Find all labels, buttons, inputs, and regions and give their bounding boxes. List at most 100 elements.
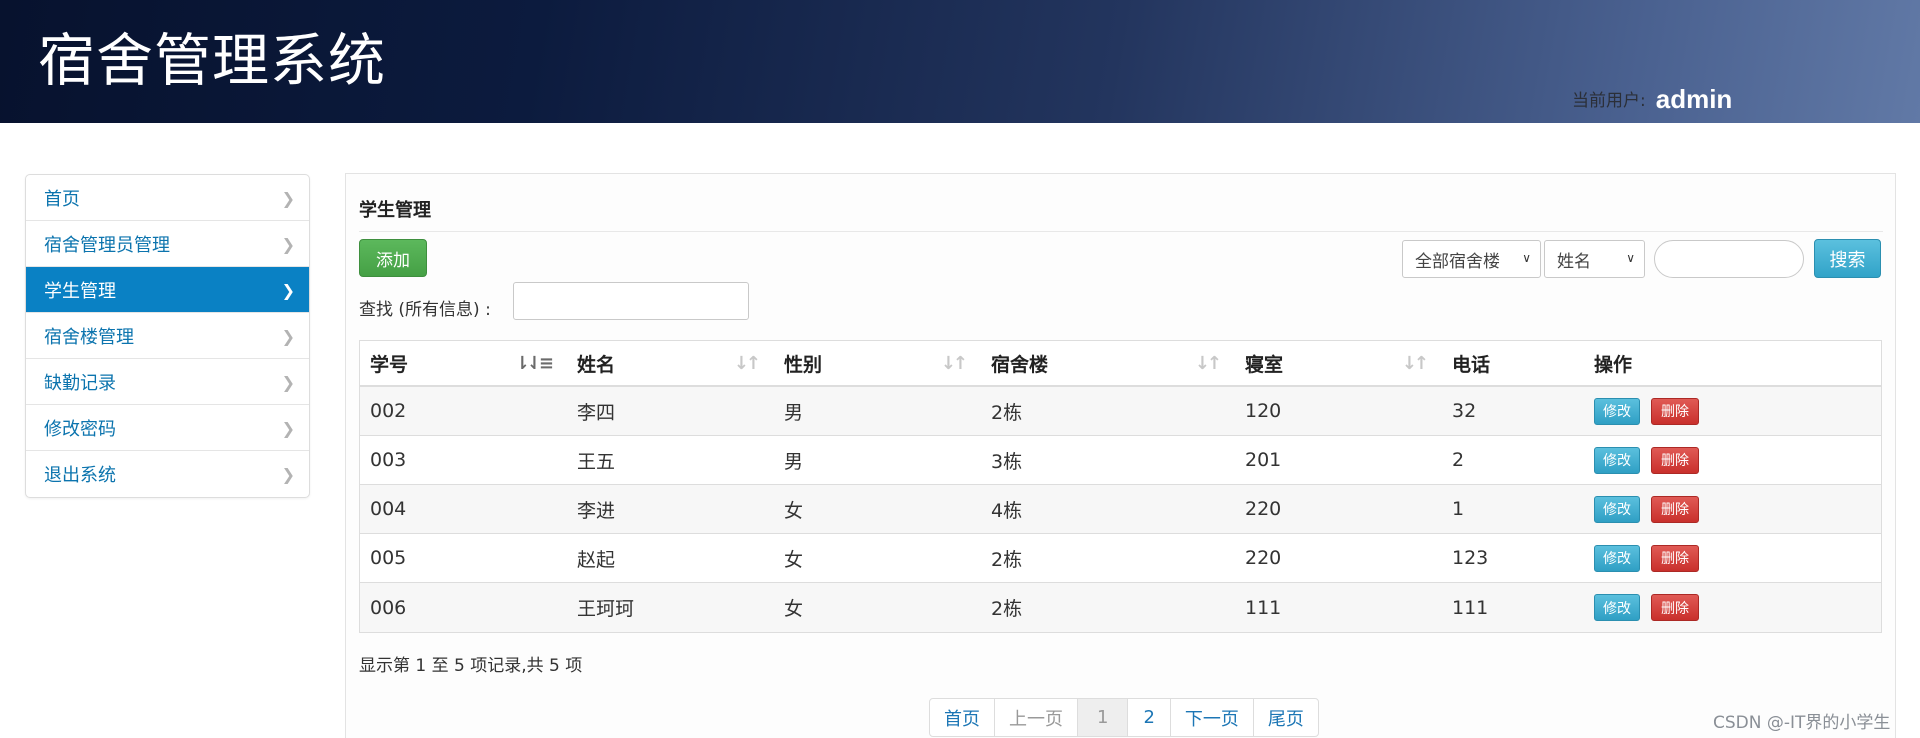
sidebar-item-label: 学生管理 [44, 280, 116, 302]
sidebar-item-buildings[interactable]: 宿舍楼管理 ❯ [26, 313, 309, 359]
current-user-name: admin [1655, 84, 1733, 114]
cell-room: 220 [1245, 547, 1282, 569]
table-row: 003 王五 男 3栋 201 2 修改 删除 [360, 436, 1881, 485]
column-header-building[interactable]: 宿舍楼 ↓↑ [981, 341, 1235, 385]
sidebar-item-students[interactable]: 学生管理 ❯ [26, 267, 309, 313]
column-header-id[interactable]: 学号 ⇂⇃≡ [360, 341, 567, 385]
column-header-room[interactable]: 寝室 ↓↑ [1235, 341, 1442, 385]
sidebar-item-label: 修改密码 [44, 418, 116, 440]
page-prev-button: 上一页 [995, 699, 1078, 736]
sort-icon: ↓↑ [940, 353, 968, 374]
sidebar-item-label: 退出系统 [44, 465, 116, 486]
add-button[interactable]: 添加 [359, 239, 427, 277]
table-header: 学号 ⇂⇃≡ 姓名 ↓↑ 性别 ↓↑ 宿舍楼 ↓↑ 寝室 ↓↑ 电话 操作 [360, 341, 1881, 387]
sidebar-item-logout[interactable]: 退出系统 ❯ [26, 451, 309, 497]
app-header: 宿舍管理系统 当前用户: admin [0, 0, 1920, 123]
cell-phone: 123 [1452, 547, 1489, 569]
delete-button[interactable]: 删除 [1651, 594, 1699, 621]
edit-button[interactable]: 修改 [1594, 495, 1640, 523]
delete-button[interactable]: 删除 [1651, 495, 1699, 523]
chevron-right-icon: ❯ [281, 419, 295, 438]
cell-building: 4栋 [991, 499, 1023, 522]
sidebar-item-label: 缺勤记录 [44, 372, 116, 394]
cell-gender: 女 [784, 499, 804, 522]
cell-gender: 女 [784, 548, 804, 571]
cell-actions: 修改 删除 [1584, 583, 1881, 632]
cell-actions: 修改 删除 [1584, 534, 1881, 582]
sidebar-item-password[interactable]: 修改密码 ❯ [26, 405, 309, 451]
sidebar-item-absence[interactable]: 缺勤记录 ❯ [26, 359, 309, 405]
table-row: 006 王珂珂 女 2栋 111 111 修改 删除 [360, 583, 1881, 632]
delete-button[interactable]: 删除 [1651, 544, 1699, 572]
cell-room: 201 [1245, 449, 1282, 471]
edit-button[interactable]: 修改 [1594, 397, 1640, 425]
cell-actions: 修改 删除 [1584, 387, 1881, 435]
divider [359, 231, 1883, 232]
cell-actions: 修改 删除 [1584, 485, 1881, 533]
column-header-phone: 电话 [1452, 353, 1491, 376]
cell-phone: 2 [1452, 449, 1465, 471]
sidebar-nav: 首页 ❯ 宿舍管理员管理 ❯ 学生管理 ❯ 宿舍楼管理 ❯ 缺勤记录 ❯ 修改密… [25, 174, 310, 498]
building-select[interactable]: 全部宿舍楼 ∨ [1402, 240, 1541, 278]
column-header-name[interactable]: 姓名 ↓↑ [567, 341, 774, 385]
search-field-select[interactable]: 姓名 ∨ [1544, 240, 1645, 278]
delete-button[interactable]: 删除 [1651, 446, 1699, 474]
records-info: 显示第 1 至 5 项记录,共 5 项 [359, 656, 583, 676]
cell-room: 111 [1245, 596, 1282, 619]
cell-id: 004 [370, 498, 407, 520]
chevron-right-icon: ❯ [281, 373, 295, 392]
sidebar-item-label: 首页 [44, 188, 80, 210]
cell-phone: 32 [1452, 400, 1477, 422]
cell-phone: 111 [1452, 596, 1489, 619]
sort-icon: ↓↑ [1194, 353, 1222, 374]
sidebar-item-label: 宿舍楼管理 [44, 326, 134, 348]
delete-button[interactable]: 删除 [1651, 397, 1699, 425]
chevron-right-icon: ❯ [281, 327, 295, 346]
chevron-right-icon: ❯ [281, 281, 295, 300]
chevron-right-icon: ❯ [281, 189, 295, 208]
find-label: 查找 (所有信息) : [359, 300, 491, 320]
cell-id: 003 [370, 449, 407, 471]
current-user: 当前用户: admin [1572, 82, 1733, 114]
page-last-button[interactable]: 尾页 [1254, 699, 1318, 736]
cell-name: 王五 [577, 450, 616, 473]
edit-button[interactable]: 修改 [1594, 544, 1640, 572]
current-user-label: 当前用户: [1572, 91, 1646, 111]
edit-button[interactable]: 修改 [1594, 446, 1640, 474]
search-input[interactable] [1654, 240, 1804, 278]
student-table: 学号 ⇂⇃≡ 姓名 ↓↑ 性别 ↓↑ 宿舍楼 ↓↑ 寝室 ↓↑ 电话 操作 002 李四 … [359, 340, 1882, 633]
cell-room: 120 [1245, 400, 1282, 422]
cell-id: 002 [370, 400, 407, 422]
page-next-button[interactable]: 下一页 [1171, 699, 1254, 736]
search-button[interactable]: 搜索 [1814, 239, 1881, 278]
student-panel: 学生管理 添加 全部宿舍楼 ∨ 姓名 ∨ 搜索 查找 (所有信息) : 学号 ⇂⇃… [345, 173, 1896, 738]
cell-id: 006 [370, 596, 407, 619]
cell-name: 王珂珂 [577, 598, 635, 620]
cell-building: 2栋 [991, 401, 1023, 424]
cell-building: 3栋 [991, 450, 1023, 473]
cell-gender: 男 [784, 401, 804, 424]
pagination: 首页 上一页 1 2 下一页 尾页 [929, 698, 1319, 737]
sidebar-item-label: 宿舍管理员管理 [44, 234, 170, 256]
edit-button[interactable]: 修改 [1594, 594, 1640, 621]
cell-gender: 女 [784, 598, 804, 620]
search-field-select-value: 姓名 [1557, 251, 1591, 272]
app-title: 宿舍管理系统 [38, 28, 386, 94]
cell-building: 2栋 [991, 548, 1023, 571]
cell-actions: 修改 删除 [1584, 436, 1881, 484]
cell-name: 李四 [577, 401, 616, 424]
cell-name: 赵起 [577, 548, 616, 571]
page-first-button[interactable]: 首页 [930, 699, 995, 736]
sidebar-item-home[interactable]: 首页 ❯ [26, 175, 309, 221]
column-header-gender[interactable]: 性别 ↓↑ [774, 341, 981, 385]
cell-id: 005 [370, 547, 407, 569]
chevron-right-icon: ❯ [281, 235, 295, 254]
page-2-button[interactable]: 2 [1128, 699, 1171, 736]
cell-room: 220 [1245, 498, 1282, 520]
table-row: 002 李四 男 2栋 120 32 修改 删除 [360, 387, 1881, 436]
find-input[interactable] [513, 282, 749, 320]
cell-gender: 男 [784, 450, 804, 473]
table-row: 004 李进 女 4栋 220 1 修改 删除 [360, 485, 1881, 534]
sidebar-item-dorm-admin[interactable]: 宿舍管理员管理 ❯ [26, 221, 309, 267]
chevron-right-icon: ❯ [281, 465, 295, 484]
